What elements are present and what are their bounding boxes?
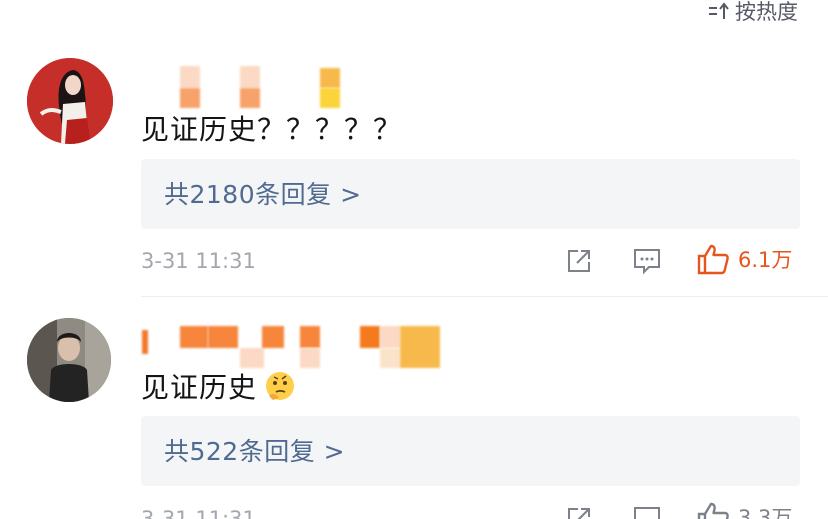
comment-icon[interactable]: [632, 247, 662, 275]
username-redacted: [150, 66, 350, 112]
comment-meta: 3-31 11:31 6.1万: [141, 243, 801, 283]
share-icon[interactable]: [565, 505, 593, 519]
sort-by-heat-button[interactable]: 按热度: [708, 0, 798, 26]
avatar-photo: [27, 318, 111, 402]
likes-count: 3.3万: [738, 506, 793, 519]
comment-text: 见证历史？？？？？: [141, 113, 403, 146]
avatar[interactable]: [27, 58, 113, 144]
avatar[interactable]: [27, 318, 111, 402]
divider: [141, 296, 828, 297]
comment-text-content: 见证历史: [141, 371, 258, 404]
comment-text: 见证历史: [141, 366, 297, 406]
timestamp: 3-31 11:31: [141, 507, 256, 519]
replies-label: 共2180条回复 >: [164, 180, 362, 209]
thinking-face-icon: [266, 372, 295, 400]
thumbs-up-icon: [697, 502, 729, 519]
sort-label: 按热度: [735, 0, 798, 24]
comment-meta: 3-31 11:31 3.3万: [141, 501, 801, 519]
like-button[interactable]: 6.1万: [696, 243, 792, 275]
like-button[interactable]: 3.3万: [696, 501, 792, 519]
replies-label: 共522条回复 >: [164, 437, 346, 466]
comment-icon[interactable]: [632, 505, 662, 519]
sort-arrows-icon: [709, 2, 729, 19]
replies-button[interactable]: 共522条回复 >: [141, 416, 800, 486]
thumbs-up-icon: [697, 244, 729, 275]
avatar-anime-illustration: [27, 58, 113, 144]
share-icon[interactable]: [565, 247, 593, 275]
likes-count: 6.1万: [738, 248, 793, 272]
replies-button[interactable]: 共2180条回复 >: [141, 159, 800, 229]
timestamp: 3-31 11:31: [141, 249, 256, 273]
